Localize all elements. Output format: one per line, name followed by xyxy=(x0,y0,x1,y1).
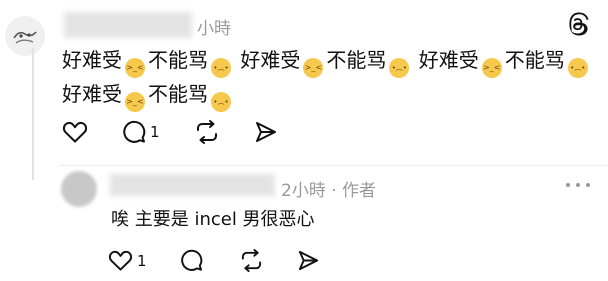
divider xyxy=(60,165,608,166)
tired-face-emoji: >_< xyxy=(125,92,145,112)
avatar-doodle-icon xyxy=(13,31,37,44)
reply-avatar[interactable] xyxy=(61,171,97,207)
frowning-face-emoji: •︵• xyxy=(389,58,410,78)
post-text: 好难受 >_< 不能骂 •︵• 好难受 >_< 不能骂 •︵• 好难受 >_< 不能骂 •︵• 好… xyxy=(62,44,602,112)
post-text-segment: 好难受 xyxy=(62,82,122,106)
comment-button[interactable]: 1 xyxy=(122,120,160,144)
reply-share-button[interactable] xyxy=(297,249,320,272)
post-text-segment: 不能骂 xyxy=(326,48,387,72)
more-icon-dot xyxy=(566,183,570,187)
post-time: 小時 xyxy=(197,19,231,39)
frowning-face-emoji: •︵• xyxy=(211,92,231,112)
post-text-segment: 好难受 xyxy=(234,48,301,72)
post-text-segment: 不能骂 xyxy=(504,48,565,72)
post-text-segment: 不能骂 xyxy=(148,82,208,106)
reply-text: 唉 主要是 incel 男很恶心 xyxy=(111,209,315,230)
post-text-segment: 好难受 xyxy=(412,48,479,72)
like-button[interactable] xyxy=(62,120,88,144)
more-icon-dot xyxy=(586,183,590,187)
avatar[interactable] xyxy=(5,16,45,56)
more-button[interactable] xyxy=(566,183,590,191)
reply-action-row: 1 xyxy=(108,249,320,272)
heart-icon xyxy=(108,250,133,271)
post-text-segment: 不能骂 xyxy=(148,48,208,72)
comment-icon xyxy=(123,120,146,143)
reply-count: 1 xyxy=(150,123,160,141)
reply-username-blurred[interactable] xyxy=(110,174,275,196)
share-button[interactable] xyxy=(254,120,278,144)
reply-like-button[interactable]: 1 xyxy=(108,249,147,272)
repost-icon xyxy=(241,249,261,272)
comment-icon xyxy=(180,249,202,271)
threads-logo-icon[interactable] xyxy=(566,12,590,36)
repost-button[interactable] xyxy=(194,120,220,144)
heart-icon xyxy=(62,121,88,143)
repost-icon xyxy=(196,120,217,144)
username-blurred[interactable] xyxy=(64,12,192,38)
reply-meta: 2小時 · 作者 xyxy=(281,181,377,201)
like-count: 1 xyxy=(137,251,147,270)
tired-face-emoji: >_< xyxy=(303,58,324,78)
frowning-face-emoji: •︵• xyxy=(211,58,231,78)
frowning-face-emoji: •︵• xyxy=(567,58,588,78)
post-action-row: 1 xyxy=(62,120,278,144)
reply-comment-button[interactable] xyxy=(180,249,203,272)
thread-line xyxy=(32,48,34,180)
tired-face-emoji: >_< xyxy=(125,58,145,78)
more-icon-dot xyxy=(576,183,580,187)
post-text-segment: 好难受 xyxy=(62,48,122,72)
share-icon xyxy=(298,250,318,271)
reply-repost-button[interactable] xyxy=(239,249,264,272)
share-icon xyxy=(255,122,276,142)
tired-face-emoji: >_< xyxy=(481,58,502,78)
